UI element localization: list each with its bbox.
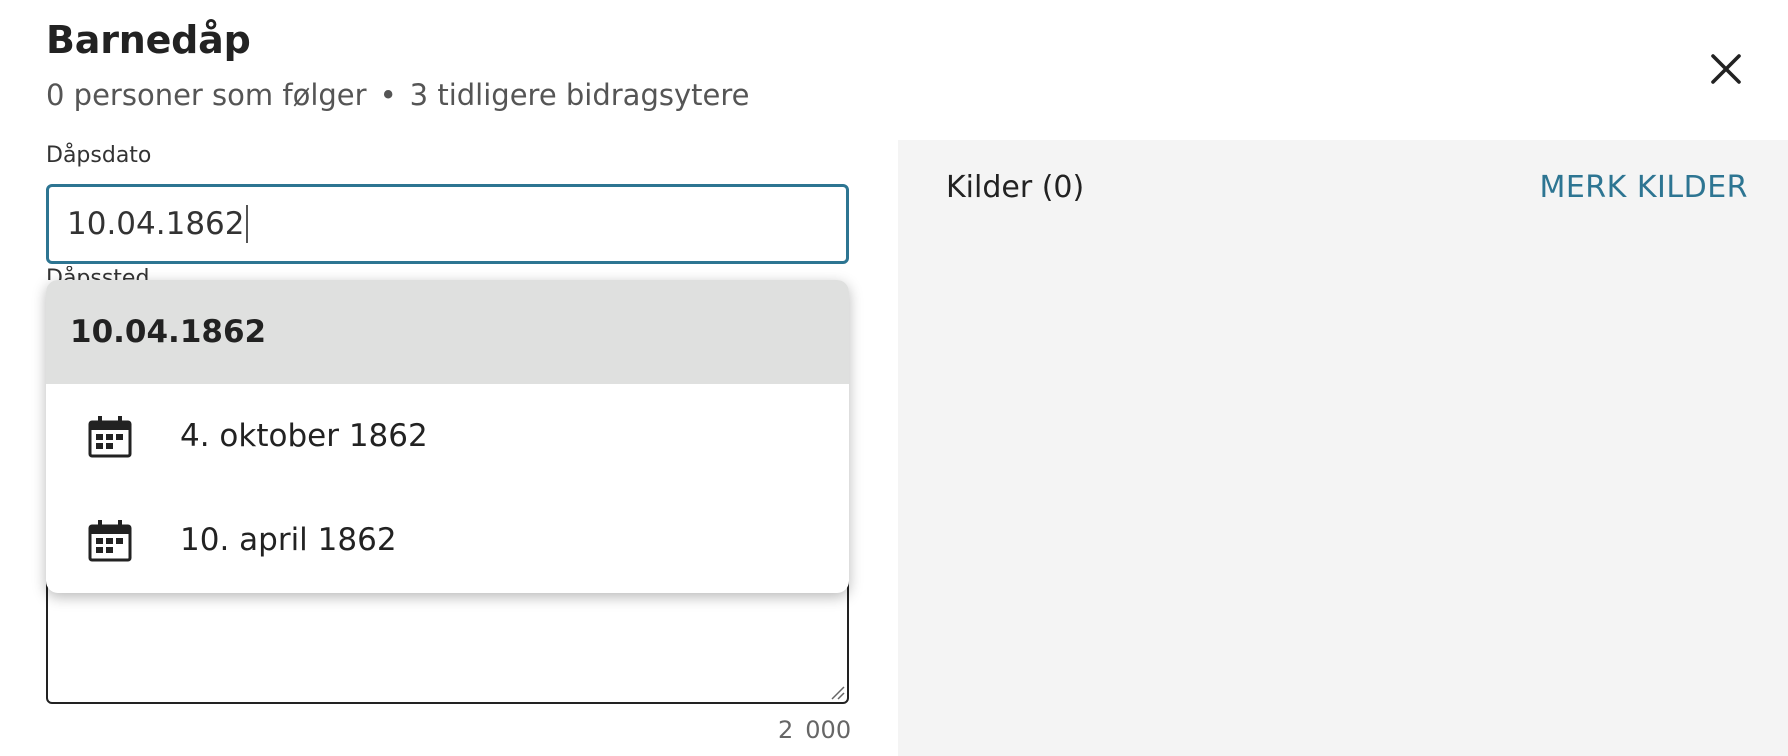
baptism-date-value: 10.04.1862	[67, 206, 245, 242]
baptism-date-label: Dåpsdato	[46, 143, 152, 168]
suggestion-item[interactable]: 4. oktober 1862	[46, 384, 849, 488]
character-counter-used: 2	[778, 716, 794, 744]
mark-sources-button[interactable]: MERK KILDER	[1539, 170, 1748, 205]
suggestion-label: 10. april 1862	[180, 522, 397, 558]
calendar-icon	[88, 520, 132, 562]
page-title: Barnedåp	[46, 18, 251, 62]
suggestion-typed-label: 10.04.1862	[70, 314, 267, 350]
suggestion-label: 4. oktober 1862	[180, 418, 428, 454]
calendar-icon	[88, 416, 132, 458]
baptism-date-input[interactable]: 10.04.1862	[46, 184, 849, 264]
character-counter-max: 000	[805, 716, 852, 744]
close-icon	[1711, 54, 1741, 84]
character-counter: 2 000	[778, 716, 851, 744]
close-button[interactable]	[1705, 48, 1747, 90]
baptism-place-label: Dåpssted	[46, 266, 150, 280]
separator-dot: •	[379, 78, 397, 112]
page-subtitle: 0 personer som følger • 3 tidligere bidrag…	[46, 78, 749, 112]
sources-panel: Kilder (0) MERK KILDER	[898, 140, 1788, 756]
text-caret	[245, 205, 248, 243]
contributors-count: 3 tidligere bidragsytere	[409, 78, 750, 112]
suggestion-typed-value[interactable]: 10.04.1862	[46, 280, 849, 384]
resize-handle-icon[interactable]	[829, 684, 845, 700]
suggestion-item[interactable]: 10. april 1862	[46, 488, 849, 592]
followers-count: 0 personer som følger	[46, 78, 367, 112]
date-suggestions-dropdown: 10.04.1862 4. oktober 1862 10. april 186…	[46, 280, 849, 593]
sources-title: Kilder (0)	[946, 170, 1085, 205]
